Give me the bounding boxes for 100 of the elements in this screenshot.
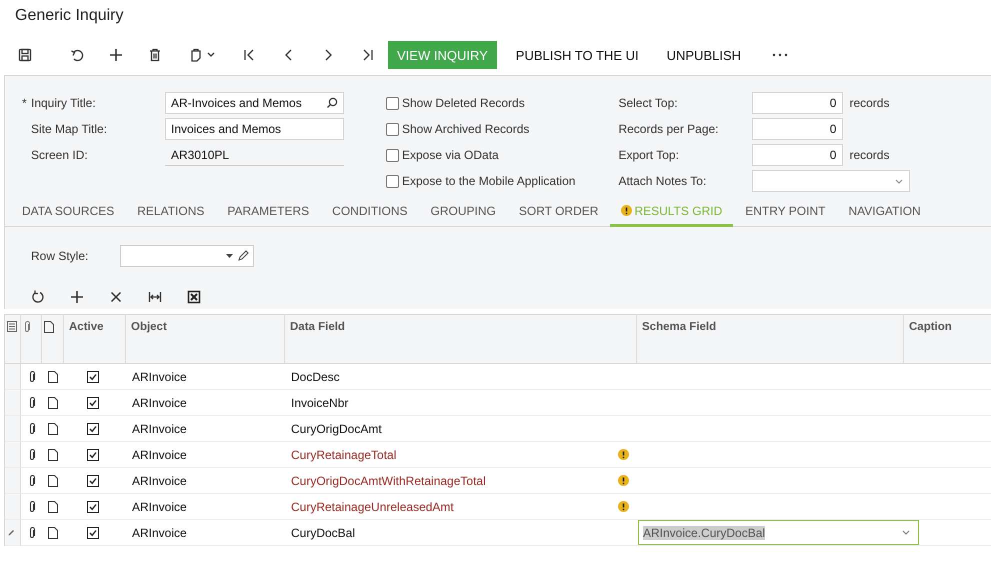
readonly-field: AR3010PL [165, 144, 344, 166]
table-cell: ARInvoice [126, 494, 285, 520]
tab[interactable]: RELATIONS [126, 200, 216, 226]
tab[interactable]: ENTRY POINT [734, 200, 836, 226]
checkbox[interactable] [87, 500, 99, 512]
field-label: Site Map Title: [31, 122, 108, 136]
number-field[interactable]: 0 [752, 92, 844, 114]
field-label: Row Style: [31, 249, 90, 263]
note-icon[interactable] [48, 448, 58, 460]
check-icon [89, 372, 97, 380]
warning-icon [618, 501, 629, 512]
lookup-field[interactable]: AR-Invoices and Memos [165, 92, 344, 114]
input-field[interactable]: Invoices and Memos [165, 118, 344, 140]
checkbox[interactable] [386, 174, 399, 188]
tab[interactable]: GROUPING [420, 200, 507, 226]
checkbox-label: Show Archived Records [402, 122, 530, 136]
note-icon[interactable] [48, 422, 58, 434]
chevron-down-icon [902, 530, 910, 535]
field-label: Attach Notes To: [618, 174, 708, 188]
checkbox[interactable] [87, 526, 99, 538]
chevron-down-icon [895, 178, 904, 184]
checkbox[interactable] [87, 422, 99, 434]
checkbox-label: Expose via OData [402, 148, 499, 162]
number-field[interactable]: 0 [752, 118, 844, 140]
caret-icon [226, 254, 233, 258]
paperclip-icon[interactable] [28, 448, 36, 460]
paperclip-icon[interactable] [28, 370, 36, 382]
check-icon [89, 398, 97, 406]
excel-icon [186, 290, 200, 304]
paperclip-icon[interactable] [28, 474, 36, 486]
undo-icon [70, 48, 84, 62]
toolbar-button[interactable]: UNPUBLISH [658, 41, 750, 69]
checkbox[interactable] [386, 96, 399, 110]
tab[interactable]: NAVIGATION [837, 200, 932, 226]
field-label: Inquiry Title: [31, 96, 96, 110]
table-cell: ARInvoice [126, 390, 285, 416]
paperclip-icon[interactable] [28, 526, 36, 538]
check-icon [89, 476, 97, 484]
checkbox[interactable] [386, 148, 399, 162]
checkbox[interactable] [87, 474, 99, 486]
table-cell: ARInvoice [126, 520, 285, 546]
check-icon [89, 502, 97, 510]
table-cell: CuryDocBal [291, 526, 356, 540]
caret-icon [207, 52, 215, 58]
column-header[interactable]: Caption [904, 314, 991, 364]
clipboard-icon [189, 48, 203, 62]
table-cell: InvoiceNbr [291, 396, 348, 410]
note-icon [44, 321, 54, 333]
table-cell: ARInvoice [126, 442, 285, 468]
tab[interactable]: DATA SOURCES [11, 200, 126, 226]
note-icon[interactable] [48, 370, 58, 382]
add-icon [70, 290, 84, 304]
warning-icon [621, 205, 632, 216]
schema-field-dropdown[interactable]: ARInvoice.CuryDocBal [638, 520, 919, 545]
checkbox[interactable] [87, 396, 99, 408]
paperclip-icon[interactable] [28, 422, 36, 434]
save-icon [18, 48, 32, 62]
warning-icon [618, 449, 629, 460]
tab[interactable]: SORT ORDER [508, 200, 610, 226]
pencil-icon [8, 529, 15, 536]
column-header[interactable]: Schema Field [637, 314, 904, 364]
paperclip-icon[interactable] [28, 500, 36, 512]
column-header[interactable]: Active [64, 314, 126, 364]
check-icon [89, 528, 97, 536]
column-header[interactable]: Object [126, 314, 285, 364]
trash-icon [148, 48, 162, 62]
note-icon[interactable] [48, 396, 58, 408]
paperclip-icon [23, 321, 31, 333]
unit-label: records [849, 96, 890, 110]
dropdown-field[interactable] [752, 170, 910, 192]
delete-icon [108, 290, 122, 304]
note-icon[interactable] [48, 500, 58, 512]
checkbox[interactable] [87, 448, 99, 460]
note-icon[interactable] [48, 474, 58, 486]
field-label: Records per Page: [618, 122, 720, 136]
column-header[interactable]: Data Field [285, 314, 637, 364]
pencil-icon [237, 250, 249, 262]
checkbox-label: Expose to the Mobile Application [402, 174, 576, 188]
toolbar-button[interactable]: PUBLISH TO THE UI [506, 41, 648, 69]
required-mark: * [22, 96, 28, 110]
number-field[interactable]: 0 [752, 144, 844, 166]
first-page-icon [242, 48, 256, 62]
field-label: Export Top: [618, 148, 680, 162]
check-icon [89, 424, 97, 432]
paperclip-icon[interactable] [28, 396, 36, 408]
note-icon[interactable] [48, 526, 58, 538]
tab[interactable]: PARAMETERS [216, 200, 320, 226]
checkbox[interactable] [87, 370, 99, 382]
search-icon [326, 97, 338, 109]
window-title: Generic Inquiry [15, 6, 124, 26]
table-cell: ARInvoice [126, 468, 285, 494]
checkbox[interactable] [386, 122, 399, 136]
table-cell: ARInvoice [126, 364, 285, 390]
add-icon [108, 48, 122, 62]
unit-label: records [849, 148, 890, 162]
tab[interactable]: CONDITIONS [321, 200, 419, 226]
warning-icon [618, 475, 629, 486]
field-label: Screen ID: [31, 148, 88, 162]
table-cell: CuryOrigDocAmtWithRetainageTotal [291, 474, 486, 488]
fit-columns-icon [148, 290, 162, 304]
